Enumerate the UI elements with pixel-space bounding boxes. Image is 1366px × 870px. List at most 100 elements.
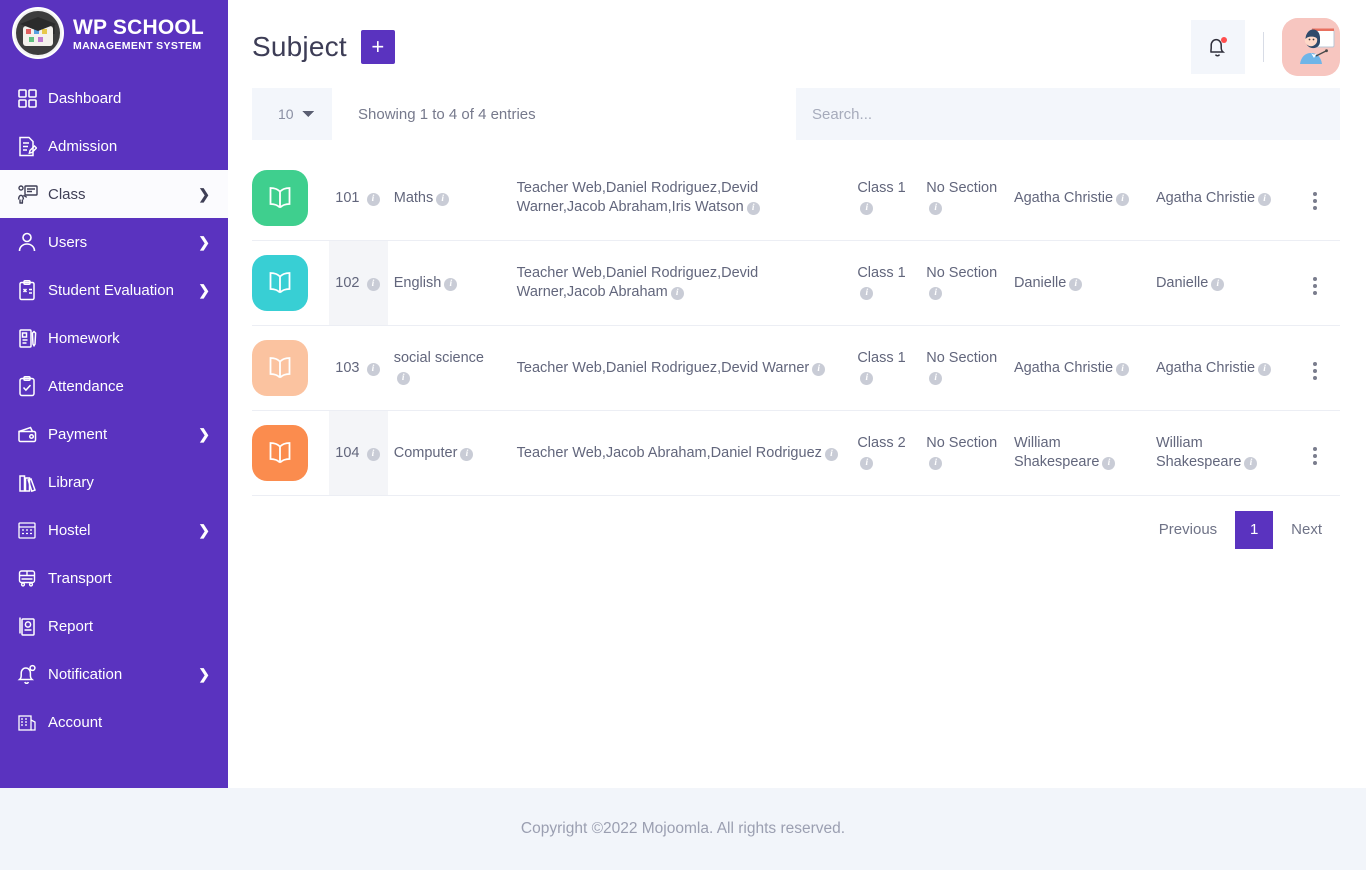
info-icon[interactable]: i	[746, 202, 760, 215]
sidebar-item-label: Class	[48, 185, 86, 203]
subject-id-cell: 102 i	[329, 240, 388, 326]
page-length-select[interactable]: 10	[252, 88, 332, 140]
teachers-list: Teacher Web,Daniel Rodriguez,Devid Warne…	[516, 265, 759, 300]
section-cell: No Section i	[920, 241, 1008, 326]
sidebar-item-label: Student Evaluation	[48, 281, 174, 299]
section-name: No Section	[926, 265, 998, 282]
info-icon[interactable]: i	[1116, 192, 1130, 206]
info-icon[interactable]: i	[366, 192, 380, 206]
info-icon[interactable]: i	[812, 362, 826, 376]
building-icon	[14, 518, 40, 542]
info-icon[interactable]: i	[436, 192, 450, 206]
info-icon[interactable]: i	[929, 202, 943, 215]
class-name: Class 1	[857, 180, 906, 197]
main-content: Subject + 10 Showing 1 to 4 of 4 entries…	[228, 0, 1366, 788]
teachers-cell: Teacher Web,Daniel Rodriguez,Devid Warne…	[505, 241, 852, 326]
add-subject-button[interactable]: +	[360, 30, 395, 64]
info-icon[interactable]: i	[1211, 277, 1225, 291]
sidebar-item-library[interactable]: Library	[0, 458, 228, 506]
info-icon[interactable]: i	[860, 202, 874, 215]
info-icon[interactable]: i	[670, 287, 684, 300]
sidebar-item-transport[interactable]: Transport	[0, 554, 228, 602]
author-cell: Danielle i	[1008, 241, 1150, 326]
table-row[interactable]: 101 i Maths i Teacher Web,Daniel Rodrigue…	[252, 156, 1340, 241]
info-icon[interactable]: i	[929, 457, 943, 470]
sidebar-item-label: Report	[48, 617, 94, 635]
author-name: Agatha Christie	[1013, 189, 1114, 206]
author-name: Agatha Christie	[1013, 359, 1114, 376]
info-icon[interactable]: i	[366, 362, 380, 376]
brand-subtitle: MANAGEMENT SYSTEM	[73, 39, 202, 52]
info-icon[interactable]: i	[1102, 457, 1116, 470]
info-icon[interactable]: i	[1258, 192, 1272, 206]
sidebar-item-label: Payment	[48, 425, 108, 443]
info-icon[interactable]: i	[1116, 362, 1130, 376]
info-icon[interactable]: i	[929, 287, 943, 300]
info-icon[interactable]: i	[366, 447, 380, 461]
section-name: No Section	[926, 180, 998, 197]
table-row[interactable]: 104 i Computer i Teacher Web,Jacob Abraha…	[252, 410, 1340, 496]
subject-name-cell: social science i	[388, 326, 505, 411]
info-icon[interactable]: i	[396, 372, 410, 385]
subject-id: 104	[335, 444, 360, 461]
brand[interactable]: WP SCHOOL MANAGEMENT SYSTEM	[0, 0, 228, 68]
chevron-right-icon: ❯	[198, 282, 210, 298]
table-row[interactable]: 102 i English i Teacher Web,Daniel Rodrig…	[252, 240, 1340, 326]
teachers-list: Teacher Web,Jacob Abraham,Daniel Rodrigu…	[516, 444, 822, 461]
kebab-menu-icon[interactable]	[1309, 443, 1321, 469]
sidebar-item-payment[interactable]: Payment ❯	[0, 410, 228, 458]
subject-icon-cell	[252, 156, 329, 241]
subject-name: English	[393, 274, 442, 291]
pagination-previous[interactable]: Previous	[1141, 510, 1235, 549]
sidebar-item-attendance[interactable]: Attendance	[0, 362, 228, 410]
sidebar-item-hostel[interactable]: Hostel ❯	[0, 506, 228, 554]
info-icon[interactable]: i	[444, 277, 458, 291]
info-icon[interactable]: i	[860, 287, 874, 300]
class-cell: Class 1 i	[851, 326, 920, 411]
sidebar-item-users[interactable]: Users ❯	[0, 218, 228, 266]
bell-icon	[14, 662, 40, 686]
subject-name-cell: English i	[388, 241, 505, 326]
book-pen-icon	[14, 326, 40, 350]
sidebar-item-label: Transport	[48, 569, 112, 587]
sidebar-item-report[interactable]: Report	[0, 602, 228, 650]
info-icon[interactable]: i	[460, 447, 474, 461]
kebab-menu-icon[interactable]	[1309, 358, 1321, 384]
info-icon[interactable]: i	[860, 372, 874, 385]
chevron-right-icon: ❯	[198, 186, 210, 202]
user-avatar[interactable]	[1282, 18, 1340, 76]
class-name: Class 1	[857, 350, 906, 367]
row-menu-cell	[1290, 411, 1340, 496]
author2-name: William Shakespeare	[1155, 435, 1242, 470]
sidebar-item-student-evaluation[interactable]: Student Evaluation ❯	[0, 266, 228, 314]
pagination-next[interactable]: Next	[1273, 510, 1340, 549]
kebab-menu-icon[interactable]	[1309, 188, 1321, 214]
sidebar-item-admission[interactable]: Admission	[0, 122, 228, 170]
sidebar-item-notification[interactable]: Notification ❯	[0, 650, 228, 698]
sidebar-item-homework[interactable]: Homework	[0, 314, 228, 362]
sidebar-item-class[interactable]: Class ❯	[0, 170, 228, 218]
search-input[interactable]	[796, 88, 1340, 140]
user-icon	[14, 230, 40, 254]
sidebar-item-account[interactable]: Account	[0, 698, 228, 746]
entries-info: Showing 1 to 4 of 4 entries	[358, 105, 536, 123]
pagination-page-1[interactable]: 1	[1235, 510, 1274, 549]
info-icon[interactable]: i	[1069, 277, 1083, 291]
sidebar-item-label: Dashboard	[48, 89, 122, 107]
info-icon[interactable]: i	[366, 277, 380, 291]
info-icon[interactable]: i	[824, 447, 838, 461]
grid-icon	[14, 86, 40, 110]
author2-name: Agatha Christie	[1155, 189, 1256, 206]
info-icon[interactable]: i	[860, 457, 874, 470]
subject-icon-cell	[252, 241, 329, 326]
info-icon[interactable]: i	[1258, 362, 1272, 376]
table-row[interactable]: 103 i social science i Teacher Web,Daniel…	[252, 326, 1340, 411]
chevron-right-icon: ❯	[198, 426, 210, 442]
info-icon[interactable]: i	[929, 372, 943, 385]
teacher-board-icon	[14, 182, 40, 206]
notification-button[interactable]	[1191, 20, 1245, 74]
class-name: Class 1	[857, 265, 906, 282]
kebab-menu-icon[interactable]	[1309, 273, 1321, 299]
sidebar-item-dashboard[interactable]: Dashboard	[0, 74, 228, 122]
info-icon[interactable]: i	[1244, 457, 1258, 470]
